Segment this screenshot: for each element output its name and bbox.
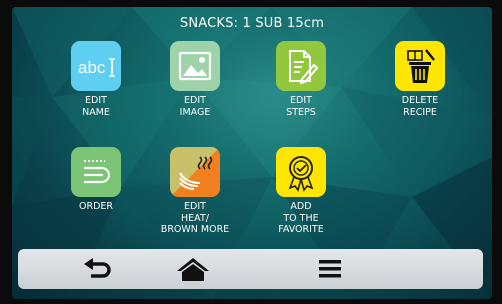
edit-name-tile[interactable]: abc EDIT NAME — [46, 41, 146, 118]
device-frame: SNACKS: 1 SUB 15cm abc EDIT NAME EDIT IM… — [0, 0, 502, 304]
order-label: ORDER — [79, 201, 113, 212]
home-icon — [177, 258, 209, 281]
add-to-favorite-label: ADD TO THE FAVORITE — [278, 201, 324, 235]
edit-image-tile[interactable]: EDIT IMAGE — [145, 41, 245, 118]
edit-image-label: EDIT IMAGE — [179, 95, 211, 118]
order-tile[interactable]: ORDER — [46, 147, 146, 213]
menu-icon — [319, 260, 341, 278]
abc-text: abc — [78, 58, 106, 77]
heat-brown-icon[interactable] — [170, 147, 220, 197]
delete-recipe-tile[interactable]: DELETE RECIPE — [370, 41, 470, 118]
bottom-nav-bar — [18, 249, 483, 289]
image-icon[interactable] — [170, 41, 220, 91]
menu-button[interactable] — [300, 249, 360, 289]
home-button[interactable] — [163, 249, 223, 289]
delete-recipe-label: DELETE RECIPE — [401, 95, 439, 118]
add-to-favorite-tile[interactable]: ADD TO THE FAVORITE — [251, 147, 351, 236]
edit-name-label: EDIT NAME — [82, 95, 110, 118]
page-title: SNACKS: 1 SUB 15cm — [179, 16, 325, 31]
favorite-badge-icon[interactable] — [276, 147, 326, 197]
edit-heat-brown-more-tile[interactable]: EDIT HEAT/BROWN MORE — [145, 147, 245, 236]
edit-heat-brown-more-label: EDIT HEAT/BROWN MORE — [160, 201, 230, 235]
back-button[interactable] — [68, 249, 128, 289]
abc-text-icon[interactable]: abc — [71, 41, 121, 91]
edit-document-icon[interactable] — [276, 41, 326, 91]
edit-steps-label: EDIT STEPS — [286, 95, 316, 118]
order-list-icon[interactable] — [71, 147, 121, 197]
edit-steps-tile[interactable]: EDIT STEPS — [251, 41, 351, 118]
back-arrow-icon — [84, 258, 111, 278]
delete-recipe-icon[interactable] — [395, 41, 445, 91]
